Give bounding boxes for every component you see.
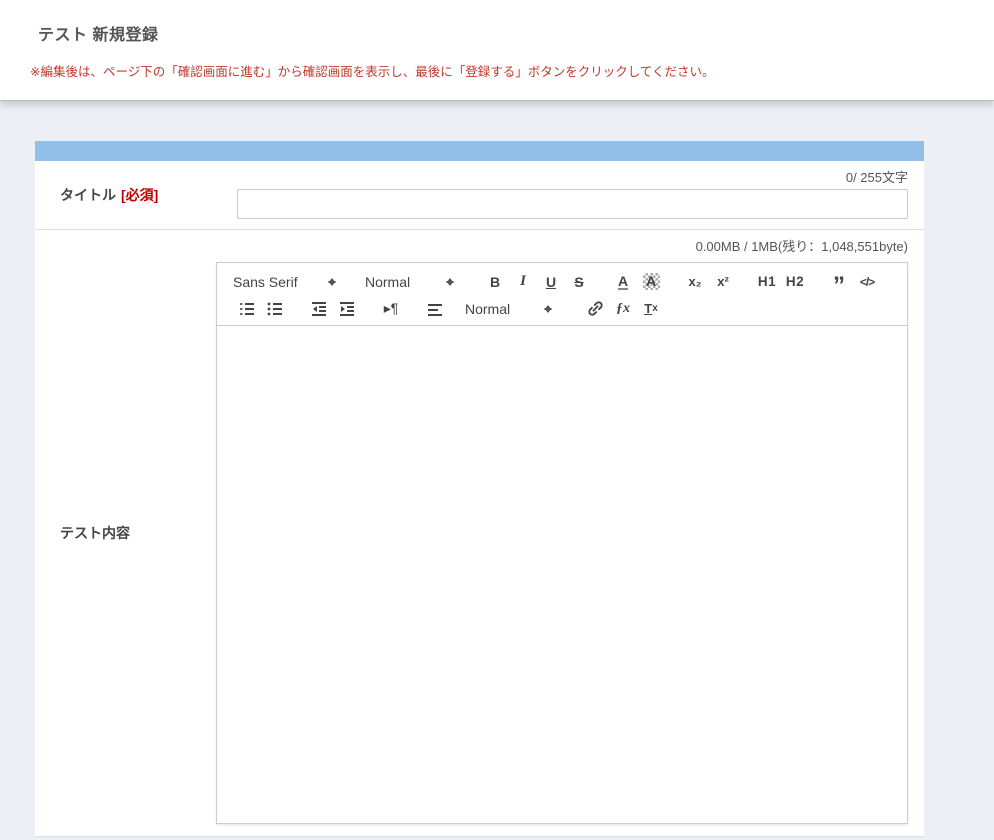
ordered-list-button[interactable] (233, 297, 261, 321)
font-select[interactable]: Sans Serif (233, 274, 337, 290)
strikethrough-button[interactable]: S (565, 270, 593, 294)
title-label: タイトル (60, 185, 116, 205)
underline-button[interactable]: U (537, 270, 565, 294)
content-label-cell: テスト内容 (35, 230, 216, 836)
header1-button[interactable]: H1 (753, 270, 781, 294)
ordered-list-icon (238, 300, 256, 318)
indent-group (305, 297, 361, 321)
chevron-updown-icon (446, 274, 455, 290)
toolbar-row-1: Sans Serif Normal B I U S (233, 268, 897, 295)
bold-button[interactable]: B (481, 270, 509, 294)
content-label: テスト内容 (60, 523, 130, 543)
text-direction-button[interactable]: ▸¶ (377, 297, 405, 321)
italic-button[interactable]: I (509, 270, 537, 294)
background-color-icon: A (643, 273, 660, 290)
style-select[interactable]: Normal (465, 301, 553, 317)
size-select-value: Normal (365, 274, 446, 290)
required-badge: [必須] (121, 185, 158, 205)
form-panel: タイトル [必須] 0/ 255文字 テスト内容 0.00MB / 1MB(残り… (35, 141, 924, 837)
text-color-button[interactable]: A (609, 270, 637, 294)
title-label-cell: タイトル [必須] (35, 161, 237, 229)
rich-text-editor: Sans Serif Normal B I U S (216, 262, 908, 824)
editor-toolbar: Sans Serif Normal B I U S (217, 263, 907, 326)
block-group: ” </> (825, 270, 881, 294)
blockquote-button[interactable]: ” (825, 270, 853, 294)
title-input[interactable] (237, 189, 908, 219)
toolbar-row-2: ▸¶ (233, 295, 897, 322)
editor-content[interactable] (217, 326, 907, 823)
outdent-button[interactable] (305, 297, 333, 321)
size-info: 0.00MB / 1MB(残り：1,048,551byte) (216, 238, 908, 255)
warning-note: ※編集後は、ページ下の「確認画面に進む」から確認画面を表示し、最後に「登録する」… (30, 61, 964, 80)
title-row: タイトル [必須] 0/ 255文字 (35, 161, 924, 230)
title-field-cell: 0/ 255文字 (237, 161, 924, 229)
align-icon (426, 300, 444, 318)
page-title: テスト 新規登録 (38, 21, 964, 45)
indent-button[interactable] (333, 297, 361, 321)
script-group: x₂ x² (681, 270, 737, 294)
insert-group: ƒx Tx (581, 297, 665, 321)
content-field-cell: 0.00MB / 1MB(残り：1,048,551byte) Sans Seri… (216, 230, 924, 836)
clean-format-button[interactable]: Tx (637, 297, 665, 321)
code-block-button[interactable]: </> (853, 270, 881, 294)
header2-button[interactable]: H2 (781, 270, 809, 294)
chevron-updown-icon (328, 274, 337, 290)
clean-format-icon: T (644, 301, 652, 316)
chevron-updown-icon (544, 301, 553, 317)
font-select-value: Sans Serif (233, 274, 328, 290)
link-button[interactable] (581, 297, 609, 321)
text-color-icon: A (618, 274, 628, 290)
content-row: テスト内容 0.00MB / 1MB(残り：1,048,551byte) San… (35, 230, 924, 837)
color-group: A A (609, 270, 665, 294)
formula-button[interactable]: ƒx (609, 297, 637, 321)
outdent-icon (310, 300, 328, 318)
align-group (421, 297, 449, 321)
style-select-value: Normal (465, 301, 544, 317)
page: テスト 新規登録 ※編集後は、ページ下の「確認画面に進む」から確認画面を表示し、… (0, 0, 994, 837)
link-icon (587, 300, 604, 317)
list-group (233, 297, 289, 321)
page-header: テスト 新規登録 ※編集後は、ページ下の「確認画面に進む」から確認画面を表示し、… (0, 0, 994, 100)
superscript-button[interactable]: x² (709, 270, 737, 294)
bullet-list-icon (266, 300, 284, 318)
bullet-list-button[interactable] (261, 297, 289, 321)
background-color-button[interactable]: A (637, 270, 665, 294)
subscript-button[interactable]: x₂ (681, 270, 709, 294)
panel-accent-bar (35, 141, 924, 161)
indent-icon (338, 300, 356, 318)
format-group: B I U S (481, 270, 593, 294)
size-select[interactable]: Normal (365, 274, 455, 290)
align-button[interactable] (421, 297, 449, 321)
direction-group: ▸¶ (377, 297, 405, 321)
char-counter: 0/ 255文字 (237, 169, 908, 186)
heading-group: H1 H2 (753, 270, 809, 294)
